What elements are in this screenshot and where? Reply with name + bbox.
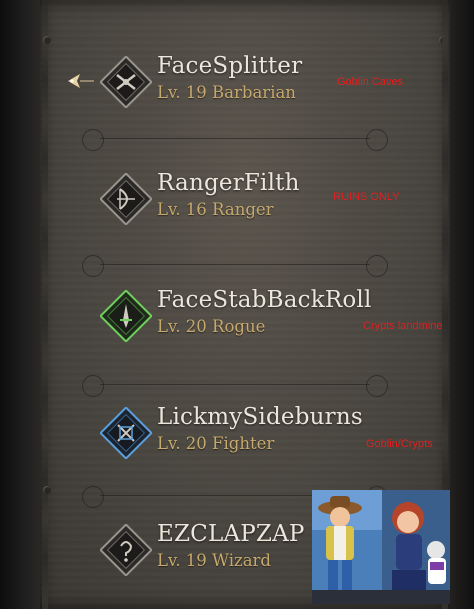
panel-bolt: [439, 36, 447, 44]
wizard-class-icon: [100, 524, 152, 576]
character-level-class: Lv. 20 Fighter: [157, 434, 275, 453]
character-level-class: Lv. 20 Rogue: [157, 317, 266, 336]
character-slot-facesplitter[interactable]: FaceSplitter Lv. 19 Barbarian: [100, 52, 460, 112]
row-divider: [70, 126, 400, 152]
photo-illustration: [312, 490, 450, 604]
barbarian-class-icon: [100, 56, 152, 108]
panel-bolt: [43, 36, 51, 44]
left-frame: [0, 0, 40, 609]
annotation-note: RUINS ONLY: [333, 191, 400, 203]
annotation-note: Goblin Caves: [337, 76, 404, 88]
character-name: FaceSplitter: [157, 53, 303, 79]
character-level-class: Lv. 16 Ranger: [157, 200, 274, 219]
character-level-class: Lv. 19 Barbarian: [157, 83, 296, 102]
character-name: EZCLAPZAP: [157, 521, 305, 547]
fighter-class-icon: [100, 407, 152, 459]
character-slot-lickmysideburns[interactable]: LickmySideburns Lv. 20 Fighter: [100, 403, 460, 463]
character-name: RangerFilth: [157, 170, 300, 196]
character-name: LickmySideburns: [157, 404, 363, 430]
panel-bolt: [43, 486, 51, 494]
character-name: FaceStabBackRoll: [157, 287, 372, 313]
character-slot-facestabbackroll[interactable]: FaceStabBackRoll Lv. 20 Rogue: [100, 286, 460, 346]
row-divider: [70, 372, 400, 398]
character-level-class: Lv. 19 Wizard: [157, 551, 271, 570]
cartoon-characters-photo: [312, 490, 450, 604]
rogue-class-icon: [100, 290, 152, 342]
character-slot-rangerfilth[interactable]: RangerFilth Lv. 16 Ranger: [100, 169, 460, 229]
annotation-note: Crypts landmine: [363, 320, 443, 332]
ranger-class-icon: [100, 173, 152, 225]
selected-arrow-icon: [68, 74, 94, 88]
row-divider: [70, 252, 400, 278]
annotation-note: Goblin/Crypts: [366, 438, 433, 450]
